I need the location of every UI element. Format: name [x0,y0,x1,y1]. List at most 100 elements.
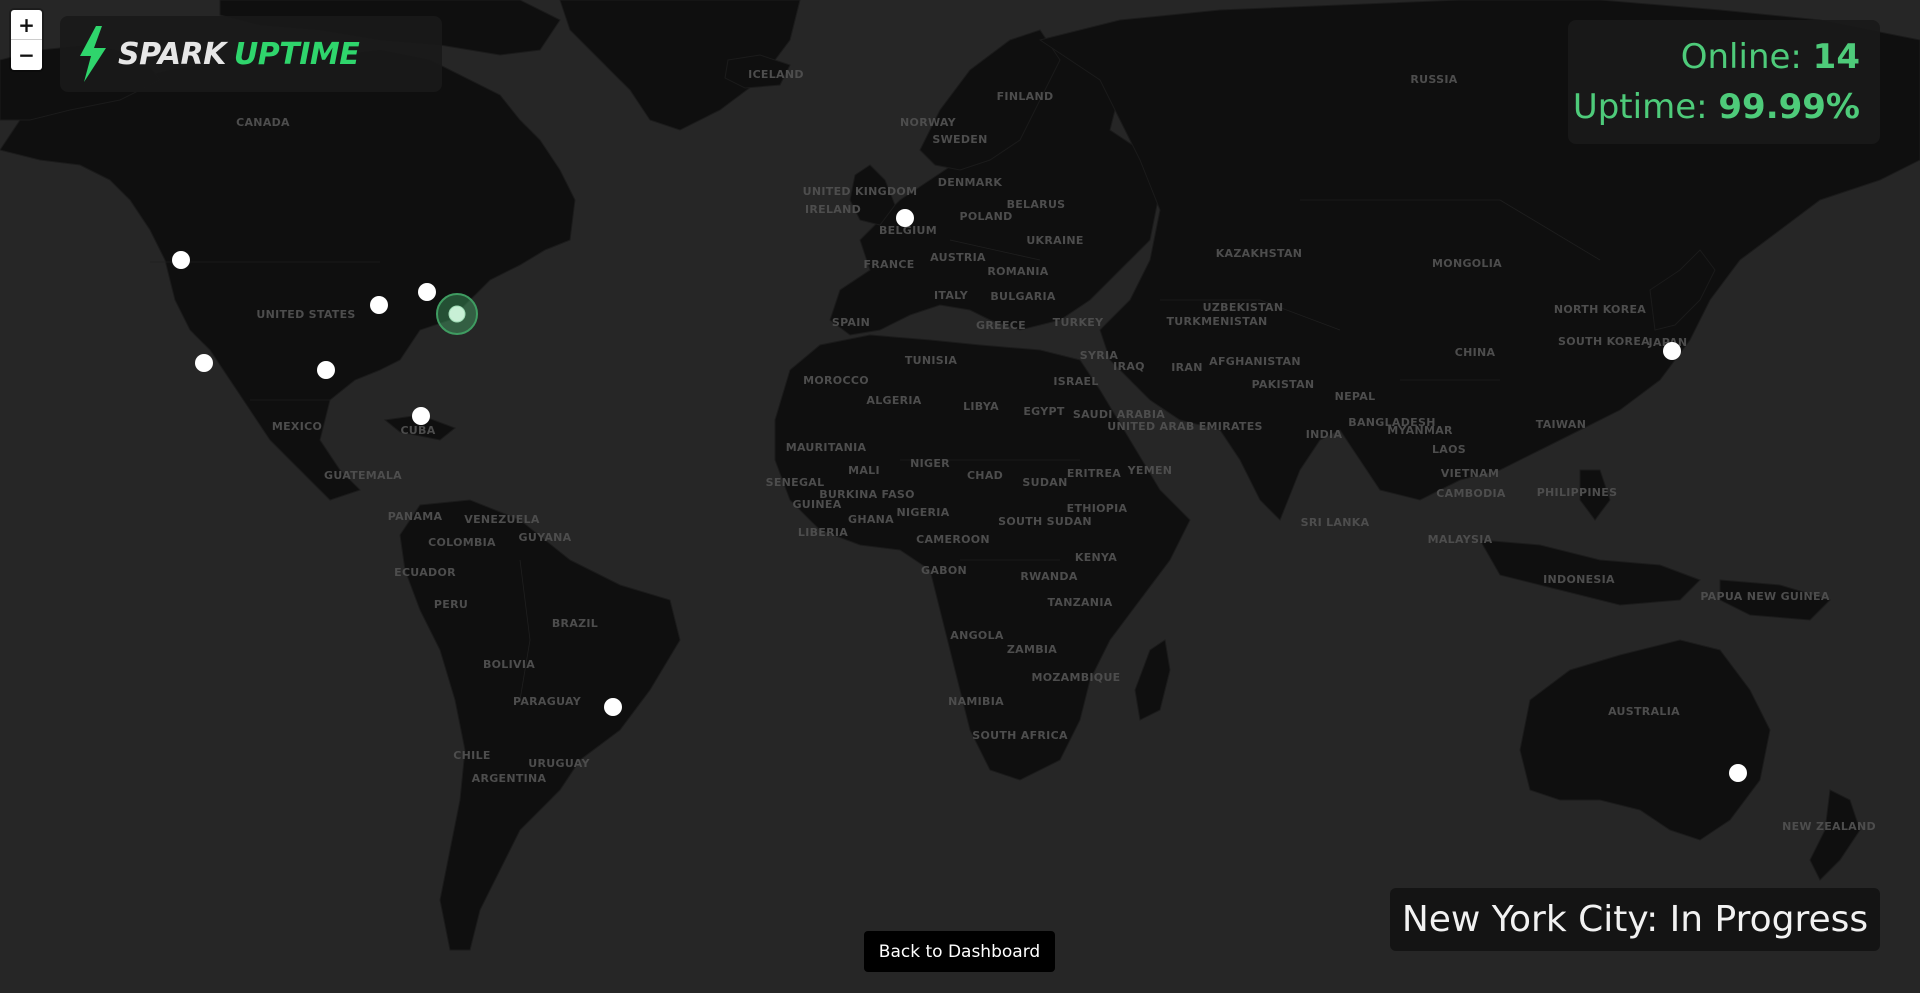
server-node-sao-paulo[interactable] [604,698,622,716]
country-label-bulgaria: BULGARIA [990,290,1056,303]
logo-wordmark: SPARK UPTIME [118,36,360,72]
logo: SPARK UPTIME [60,16,442,92]
country-label-iceland: ICELAND [748,68,804,81]
country-label-gabon: GABON [921,564,967,577]
active-node-new-york-city[interactable] [436,293,478,335]
country-label-greece: GREECE [976,319,1026,332]
country-label-venezuela: VENEZUELA [464,513,540,526]
madagascar [1134,639,1171,721]
country-label-papua-new-guinea: PAPUA NEW GUINEA [1700,590,1830,603]
country-label-ecuador: ECUADOR [394,566,456,579]
country-label-mali: MALI [848,464,880,477]
uptime-label: Uptime: [1572,87,1719,127]
country-label-taiwan: TAIWAN [1536,418,1586,431]
country-label-indonesia: INDONESIA [1543,573,1615,586]
country-label-italy: ITALY [934,289,969,302]
world-map[interactable]: CANADA UNITED STATES MEXICO CUBA GUATEMALA PA… [0,0,1920,993]
country-label-ghana: GHANA [848,513,894,526]
logo-spark-text: SPARK [118,36,226,72]
country-label-iraq: IRAQ [1113,360,1145,373]
stats-panel: Online: 14 Uptime: 99.99% [1568,20,1880,144]
country-label-vietnam: VIETNAM [1441,467,1499,480]
country-label-guyana: GUYANA [519,531,572,544]
country-label-north-korea: NORTH KOREA [1554,303,1646,316]
server-node-miami[interactable] [412,407,430,425]
country-label-rwanda: RWANDA [1020,570,1077,583]
country-label-laos: LAOS [1432,443,1466,456]
country-label-uruguay: URUGUAY [528,757,590,770]
server-node-seattle[interactable] [172,251,190,269]
country-label-colombia: COLOMBIA [428,536,496,549]
country-label-russia: RUSSIA [1410,73,1457,86]
country-label-india: INDIA [1306,428,1343,441]
country-label-zambia: ZAMBIA [1007,643,1057,656]
country-label-new-zealand: NEW ZEALAND [1782,820,1876,833]
country-label-sweden: SWEDEN [932,133,987,146]
server-node-los-angeles[interactable] [195,354,213,372]
country-label-kazakhstan: KAZAKHSTAN [1216,247,1303,260]
server-node-toronto[interactable] [418,283,436,301]
country-label-austria: AUSTRIA [930,251,986,264]
country-label-nepal: NEPAL [1335,390,1376,403]
country-label-brazil: BRAZIL [552,617,598,630]
country-label-cuba: CUBA [400,424,435,437]
country-label-liberia: LIBERIA [798,526,848,539]
country-label-ireland: IRELAND [805,203,861,216]
country-label-spain: SPAIN [832,316,870,329]
country-label-guatemala: GUATEMALA [324,469,402,482]
country-label-angola: ANGOLA [950,629,1004,642]
country-label-nigeria: NIGERIA [896,506,949,519]
country-label-sri-lanka: SRI LANKA [1301,516,1370,529]
country-label-yemen: YEMEN [1127,464,1173,477]
country-label-tanzania: TANZANIA [1047,596,1112,609]
zoom-out-button[interactable]: − [11,40,42,70]
country-label-paraguay: PARAGUAY [513,695,582,708]
lightning-bolt-icon [80,26,106,82]
country-label-bolivia: BOLIVIA [483,658,535,671]
australia [1519,639,1771,841]
zoom-control: + − [11,10,42,70]
country-label-norway: NORWAY [900,116,957,129]
country-label-ethiopia: ETHIOPIA [1067,502,1128,515]
logo-uptime-text: UPTIME [233,36,360,72]
country-label-pakistan: PAKISTAN [1252,378,1315,391]
server-node-chicago[interactable] [370,296,388,314]
country-label-algeria: ALGERIA [866,394,921,407]
country-label-mexico: MEXICO [272,420,322,433]
country-label-chile: CHILE [453,749,490,762]
country-label-uzbekistan: UZBEKISTAN [1203,301,1284,314]
country-label-philippines: PHILIPPINES [1537,486,1618,499]
zoom-in-button[interactable]: + [11,10,42,40]
country-label-south-africa: SOUTH AFRICA [972,729,1068,742]
server-node-london[interactable] [896,209,914,227]
online-stat: Online: 14 [1568,32,1860,82]
country-label-turkmenistan: TURKMENISTAN [1166,315,1267,328]
country-label-iran: IRAN [1171,361,1202,374]
country-label-mongolia: MONGOLIA [1432,257,1502,270]
country-label-south-korea: SOUTH KOREA [1558,335,1650,348]
country-label-myanmar: MYANMAR [1387,424,1453,437]
server-node-dallas[interactable] [317,361,335,379]
country-label-israel: ISRAEL [1053,375,1098,388]
uptime-stat: Uptime: 99.99% [1568,82,1860,132]
new-zealand [1809,789,1861,881]
status-panel: New York City: In Progress [1390,888,1880,951]
country-label-burkina-faso: BURKINA FASO [819,488,915,501]
country-label-sudan: SUDAN [1022,476,1067,489]
country-label-turkey: TURKEY [1053,316,1104,329]
country-label-south-sudan: SOUTH SUDAN [998,515,1092,528]
country-label-niger: NIGER [910,457,950,470]
country-label-afghanistan: AFGHANISTAN [1209,355,1301,368]
country-label-ukraine: UKRAINE [1026,234,1083,247]
server-node-sydney[interactable] [1729,764,1747,782]
country-label-cambodia: CAMBODIA [1436,487,1506,500]
country-label-peru: PERU [434,598,468,611]
server-node-tokyo[interactable] [1663,342,1681,360]
country-label-uae: UNITED ARAB EMIRATES [1107,420,1263,433]
country-label-canada: CANADA [236,116,290,129]
back-to-dashboard-button[interactable]: Back to Dashboard [864,931,1055,972]
country-label-kenya: KENYA [1075,551,1117,564]
status-text: New York City: In Progress [1401,899,1869,940]
country-label-australia: AUSTRALIA [1608,705,1680,718]
country-label-china: CHINA [1455,346,1496,359]
